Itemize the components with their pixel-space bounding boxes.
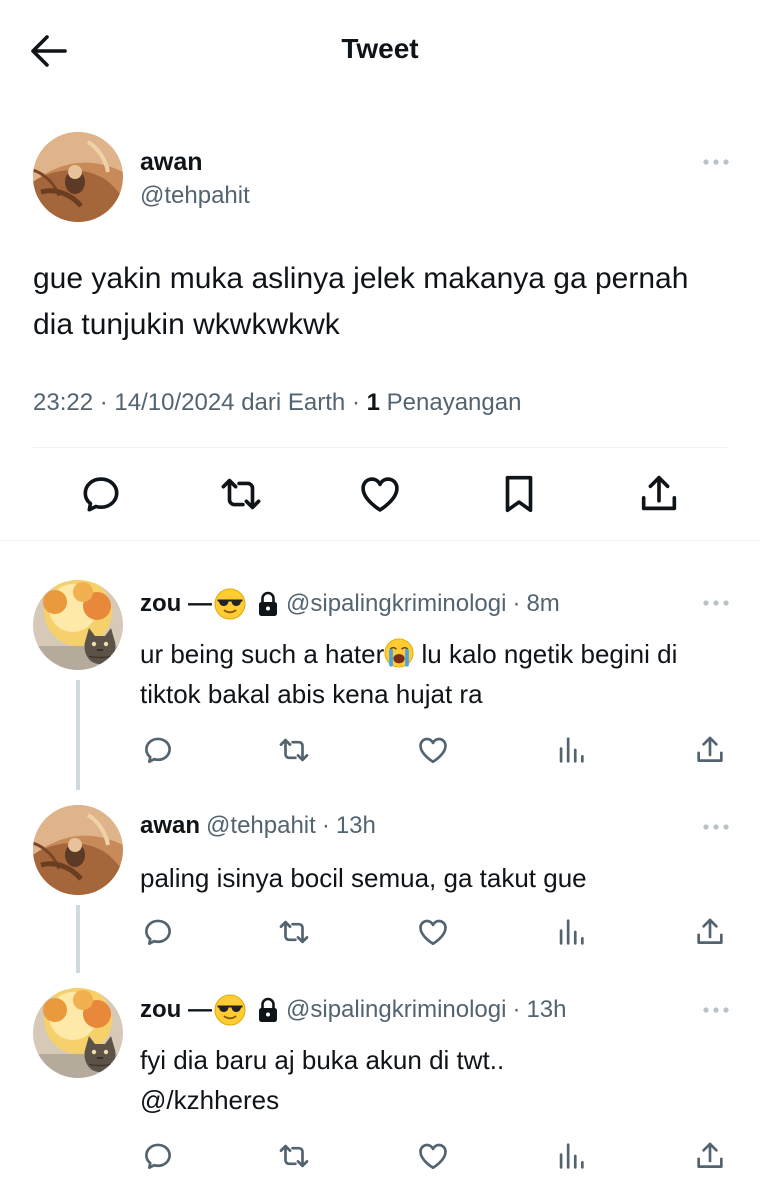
meta-separator: · bbox=[512, 996, 521, 1023]
meta-separator: · bbox=[321, 812, 330, 839]
views-icon[interactable] bbox=[554, 1139, 588, 1173]
views-count[interactable]: 1 bbox=[367, 389, 380, 416]
tweet-text: gue yakin muka aslinya jelek makanya ga … bbox=[33, 262, 689, 341]
divider bbox=[33, 447, 727, 448]
cool-emoji-icon bbox=[214, 588, 246, 620]
meta-separator: · bbox=[512, 590, 521, 617]
reply-text: ur being such a hater lu kalo ngetik beg… bbox=[140, 634, 730, 714]
reply-time[interactable]: 13h bbox=[336, 812, 376, 840]
reply-icon[interactable] bbox=[141, 1139, 175, 1173]
author-handle[interactable]: @tehpahit bbox=[206, 812, 316, 840]
author-name[interactable]: awan bbox=[140, 812, 200, 840]
avatar[interactable] bbox=[33, 805, 123, 895]
bookmark-icon[interactable] bbox=[496, 471, 542, 517]
divider bbox=[0, 540, 760, 541]
reply-text-part: ur being such a hater bbox=[140, 639, 385, 669]
crying-emoji-icon bbox=[384, 638, 414, 668]
reply-text: fyi dia baru aj buka akun di twt.. @/kzh… bbox=[140, 1040, 730, 1120]
reply-icon[interactable] bbox=[78, 471, 124, 517]
views-icon[interactable] bbox=[554, 915, 588, 949]
retweet-icon[interactable] bbox=[277, 1139, 311, 1173]
share-icon[interactable] bbox=[693, 1139, 727, 1173]
avatar[interactable] bbox=[33, 580, 123, 670]
more-options-icon[interactable] bbox=[701, 1005, 731, 1015]
more-options-icon[interactable] bbox=[701, 822, 731, 832]
author-handle[interactable]: @sipalingkriminologi bbox=[286, 996, 506, 1024]
author-name[interactable]: zou — bbox=[140, 590, 212, 618]
tweet-source: dari Earth bbox=[241, 389, 346, 416]
like-icon[interactable] bbox=[357, 471, 403, 517]
more-options-icon[interactable] bbox=[701, 157, 731, 167]
retweet-icon[interactable] bbox=[277, 915, 311, 949]
tweet-date: 14/10/2024 bbox=[114, 389, 235, 416]
author-name[interactable]: zou — bbox=[140, 996, 212, 1024]
like-icon[interactable] bbox=[416, 1139, 450, 1173]
cool-emoji-icon bbox=[214, 994, 246, 1026]
tweet-meta: 23:22 · 14/10/2024 dari Earth · 1 Penaya… bbox=[33, 389, 521, 417]
reply-text-line: fyi dia baru aj buka akun di twt.. bbox=[140, 1045, 505, 1075]
thread-line bbox=[76, 905, 80, 973]
reply-text-line: @/kzhheres bbox=[140, 1085, 280, 1115]
reply-text: paling isinya bocil semua, ga takut gue bbox=[140, 863, 587, 893]
author-handle[interactable]: @sipalingkriminologi bbox=[286, 590, 506, 618]
share-icon[interactable] bbox=[636, 471, 682, 517]
views-label[interactable]: Penayangan bbox=[387, 389, 522, 416]
share-icon[interactable] bbox=[693, 733, 727, 767]
reply-icon[interactable] bbox=[141, 733, 175, 767]
reply-header: zou — @sipalingkriminologi · 8m bbox=[140, 588, 560, 620]
retweet-icon[interactable] bbox=[277, 733, 311, 767]
like-icon[interactable] bbox=[416, 733, 450, 767]
reply-icon[interactable] bbox=[141, 915, 175, 949]
author-handle[interactable]: @tehpahit bbox=[140, 182, 250, 210]
tweet-time: 23:22 bbox=[33, 389, 94, 416]
top-bar: Tweet bbox=[0, 0, 760, 100]
avatar[interactable] bbox=[33, 132, 123, 222]
lock-icon bbox=[256, 590, 280, 618]
views-icon[interactable] bbox=[554, 733, 588, 767]
like-icon[interactable] bbox=[416, 915, 450, 949]
lock-icon bbox=[256, 996, 280, 1024]
meta-separator: · bbox=[351, 389, 360, 416]
thread-line bbox=[76, 680, 80, 790]
reply-time[interactable]: 8m bbox=[526, 590, 559, 618]
share-icon[interactable] bbox=[693, 915, 727, 949]
more-options-icon[interactable] bbox=[701, 598, 731, 608]
reply-time[interactable]: 13h bbox=[526, 996, 566, 1024]
author-name[interactable]: awan bbox=[140, 148, 203, 177]
reply-header: awan @tehpahit · 13h bbox=[140, 812, 376, 840]
reply-header: zou — @sipalingkriminologi · 13h bbox=[140, 994, 567, 1026]
retweet-icon[interactable] bbox=[218, 471, 264, 517]
avatar[interactable] bbox=[33, 988, 123, 1078]
page-title: Tweet bbox=[341, 33, 419, 64]
meta-separator: · bbox=[99, 389, 108, 416]
